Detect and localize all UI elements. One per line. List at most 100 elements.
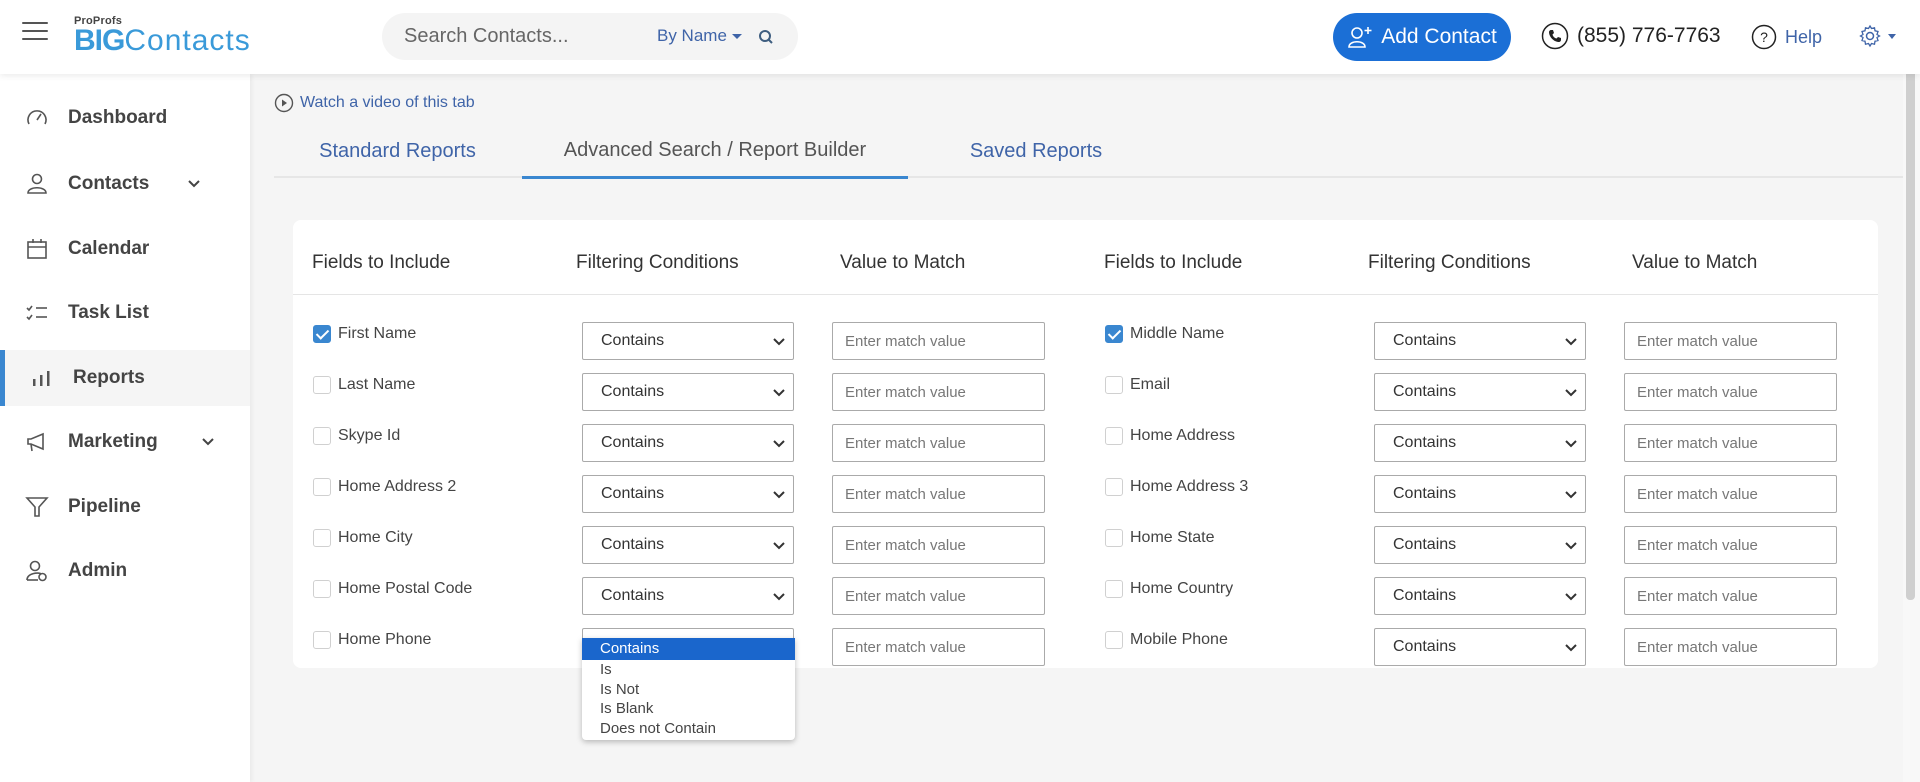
field-label: Home Phone [338, 631, 432, 648]
condition-select[interactable]: Contains [582, 373, 794, 411]
match-value-input[interactable] [832, 373, 1045, 411]
gear-icon [1859, 24, 1881, 48]
field-checkbox[interactable] [1105, 325, 1123, 343]
sidebar-item-pipeline[interactable]: Pipeline [0, 479, 250, 535]
condition-value: Contains [1393, 485, 1457, 502]
sidebar-item-dashboard[interactable]: Dashboard [0, 90, 250, 146]
bar-chart-icon [33, 371, 50, 386]
speedometer-icon [27, 110, 47, 125]
chevron-down-icon [773, 542, 785, 550]
match-value-input[interactable] [1624, 628, 1837, 666]
match-value-input[interactable] [1624, 373, 1837, 411]
person-icon [27, 173, 47, 194]
match-value-input[interactable] [832, 628, 1045, 666]
sidebar-item-admin[interactable]: Admin [0, 543, 250, 599]
match-value-input[interactable] [832, 526, 1045, 564]
match-value-input[interactable] [1624, 475, 1837, 513]
condition-select[interactable]: Contains [1374, 373, 1586, 411]
hamburger-icon[interactable] [22, 22, 48, 42]
match-value-input[interactable] [832, 475, 1045, 513]
match-value-input[interactable] [1624, 424, 1837, 462]
logo[interactable]: ProProfs BIGContacts [74, 16, 251, 56]
sidebar-item-contacts[interactable]: Contacts [0, 156, 250, 212]
watch-video-link[interactable]: Watch a video of this tab [274, 93, 475, 113]
field-checkbox[interactable] [313, 325, 331, 343]
condition-select[interactable]: Contains [582, 322, 794, 360]
field-checkbox[interactable] [1105, 427, 1123, 445]
tab-standard-reports[interactable]: Standard Reports [274, 124, 521, 178]
chevron-down-icon [1565, 440, 1577, 448]
help-link[interactable]: ? Help [1751, 24, 1822, 50]
field-label: Home Country [1130, 580, 1234, 597]
main-content: Watch a video of this tab Standard Repor… [250, 74, 1905, 782]
sidebar-item-task-list[interactable]: Task List [0, 285, 250, 341]
dropdown-option[interactable]: Does not Contain [582, 719, 795, 739]
field-checkbox[interactable] [1105, 376, 1123, 394]
dropdown-option[interactable]: Contains [582, 638, 795, 660]
match-value-input[interactable] [832, 577, 1045, 615]
condition-select[interactable]: Contains [1374, 526, 1586, 564]
match-value-input[interactable] [1624, 577, 1837, 615]
condition-select[interactable]: Contains [1374, 628, 1586, 666]
condition-value: Contains [1393, 383, 1457, 400]
field-label: Skype Id [338, 427, 401, 444]
megaphone-icon [27, 432, 44, 452]
chevron-down-icon [773, 593, 785, 601]
match-value-input[interactable] [832, 424, 1045, 462]
sidebar-item-marketing[interactable]: Marketing [0, 414, 250, 470]
chevron-down-icon [188, 180, 200, 188]
condition-select[interactable]: Contains [582, 526, 794, 564]
dropdown-option[interactable]: Is Blank [582, 699, 795, 719]
field-checkbox[interactable] [313, 529, 331, 547]
chevron-down-icon [773, 491, 785, 499]
settings-menu[interactable] [1858, 24, 1896, 48]
field-checkbox[interactable] [1105, 631, 1123, 649]
condition-select[interactable]: Contains [582, 475, 794, 513]
tab-saved-reports[interactable]: Saved Reports [926, 124, 1146, 178]
field-label: First Name [338, 325, 417, 342]
match-value-input[interactable] [1624, 526, 1837, 564]
field-label: Home Address 2 [338, 478, 457, 495]
field-checkbox[interactable] [313, 376, 331, 394]
field-checkbox[interactable] [1105, 580, 1123, 598]
column-header-conditions: Filtering Conditions [1368, 252, 1531, 273]
field-checkbox[interactable] [313, 478, 331, 496]
sidebar-item-calendar[interactable]: Calendar [0, 221, 250, 277]
condition-select[interactable]: Contains [582, 424, 794, 462]
tab-advanced-search[interactable]: Advanced Search / Report Builder [522, 124, 908, 179]
add-contact-button[interactable]: Add Contact [1333, 13, 1511, 61]
condition-value: Contains [1393, 587, 1457, 604]
condition-select[interactable]: Contains [1374, 424, 1586, 462]
column-header-value: Value to Match [1632, 252, 1758, 273]
match-value-input[interactable] [1624, 322, 1837, 360]
field-checkbox[interactable] [1105, 529, 1123, 547]
scrollbar-thumb[interactable] [1906, 74, 1915, 600]
chevron-down-icon [773, 440, 785, 448]
condition-dropdown-menu: Contains Is Is Not Is Blank Does not Con… [582, 638, 795, 740]
sidebar-item-reports[interactable]: Reports [0, 350, 250, 406]
condition-value: Contains [601, 485, 665, 502]
dropdown-option[interactable]: Is Not [582, 680, 795, 700]
condition-value: Contains [601, 383, 665, 400]
search-icon[interactable] [758, 29, 774, 45]
dropdown-option[interactable]: Is [582, 660, 795, 680]
condition-select[interactable]: Contains [1374, 475, 1586, 513]
condition-select[interactable]: Contains [1374, 577, 1586, 615]
field-checkbox[interactable] [313, 631, 331, 649]
search-mode-dropdown[interactable]: By Name [657, 26, 742, 46]
field-label: Middle Name [1130, 325, 1225, 342]
condition-value: Contains [1393, 332, 1457, 349]
field-label: Home City [338, 529, 413, 546]
field-checkbox[interactable] [1105, 478, 1123, 496]
column-header-value: Value to Match [840, 252, 966, 273]
chevron-down-icon [1565, 389, 1577, 397]
field-label: Home State [1130, 529, 1215, 546]
search-input[interactable] [404, 13, 634, 60]
condition-select[interactable]: Contains [1374, 322, 1586, 360]
condition-value: Contains [601, 434, 665, 451]
match-value-input[interactable] [832, 322, 1045, 360]
support-phone[interactable]: (855) 776-7763 [1541, 22, 1721, 50]
field-checkbox[interactable] [313, 427, 331, 445]
condition-select[interactable]: Contains [582, 577, 794, 615]
field-checkbox[interactable] [313, 580, 331, 598]
